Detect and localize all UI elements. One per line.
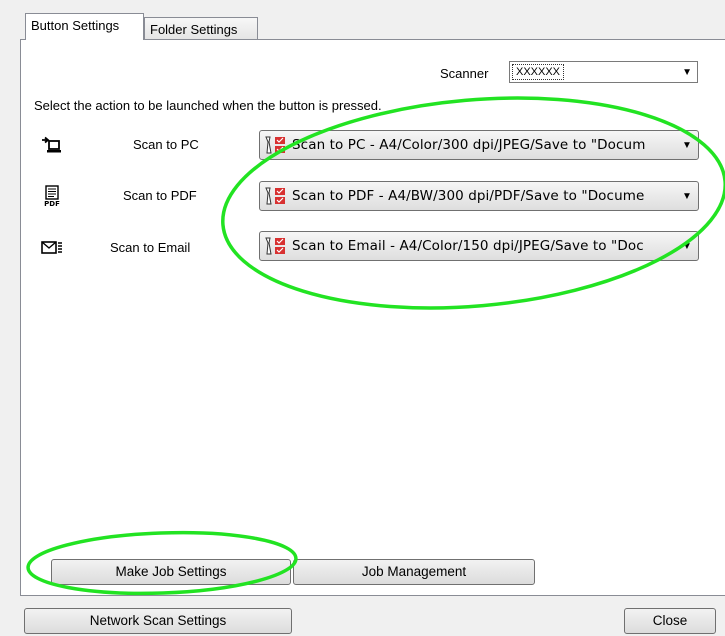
make-job-settings-button[interactable]: Make Job Settings <box>51 559 291 585</box>
job-settings-icon <box>265 187 285 205</box>
close-button[interactable]: Close <box>624 608 716 634</box>
scan-to-pdf-setting-dropdown[interactable]: Scan to PDF - A4/BW/300 dpi/PDF/Save to … <box>259 181 699 211</box>
scanner-label: Scanner <box>440 66 489 81</box>
setting-text: Scan to PC - A4/Color/300 dpi/JPEG/Save … <box>292 137 646 153</box>
action-label-scan-to-pc: Scan to PC <box>133 137 199 152</box>
pdf-document-icon: PDF <box>44 185 60 207</box>
chevron-down-icon: ▼ <box>682 190 692 202</box>
action-label-scan-to-pdf: Scan to PDF <box>123 188 197 203</box>
scanner-dropdown[interactable]: XXXXXX ▼ <box>509 61 698 83</box>
tab-label: Button Settings <box>31 18 120 33</box>
tab-button-settings[interactable]: Button Settings <box>25 13 144 40</box>
job-settings-icon <box>265 136 285 154</box>
action-label-scan-to-email: Scan to Email <box>110 240 191 255</box>
chevron-down-icon: ▼ <box>682 139 692 151</box>
scan-to-email-setting-dropdown[interactable]: Scan to Email - A4/Color/150 dpi/JPEG/Sa… <box>259 231 699 261</box>
chevron-down-icon: ▼ <box>682 66 692 78</box>
envelope-icon <box>41 241 62 254</box>
svg-text:PDF: PDF <box>44 200 60 207</box>
network-scan-settings-button[interactable]: Network Scan Settings <box>24 608 292 634</box>
instruction-text: Select the action to be launched when th… <box>34 98 382 113</box>
job-management-button[interactable]: Job Management <box>293 559 535 585</box>
setting-text: Scan to Email - A4/Color/150 dpi/JPEG/Sa… <box>292 238 644 254</box>
tab-folder-settings[interactable]: Folder Settings <box>144 17 258 41</box>
chevron-down-icon: ▼ <box>682 240 692 252</box>
scan-to-pc-icon <box>42 136 61 153</box>
setting-text: Scan to PDF - A4/BW/300 dpi/PDF/Save to … <box>292 188 645 204</box>
scan-to-pc-setting-dropdown[interactable]: Scan to PC - A4/Color/300 dpi/JPEG/Save … <box>259 130 699 160</box>
job-settings-icon <box>265 237 285 255</box>
button-settings-panel: Scanner XXXXXX ▼ Select the action to be… <box>20 39 725 596</box>
scanner-value: XXXXXX <box>512 64 565 80</box>
tab-label: Folder Settings <box>150 22 238 37</box>
